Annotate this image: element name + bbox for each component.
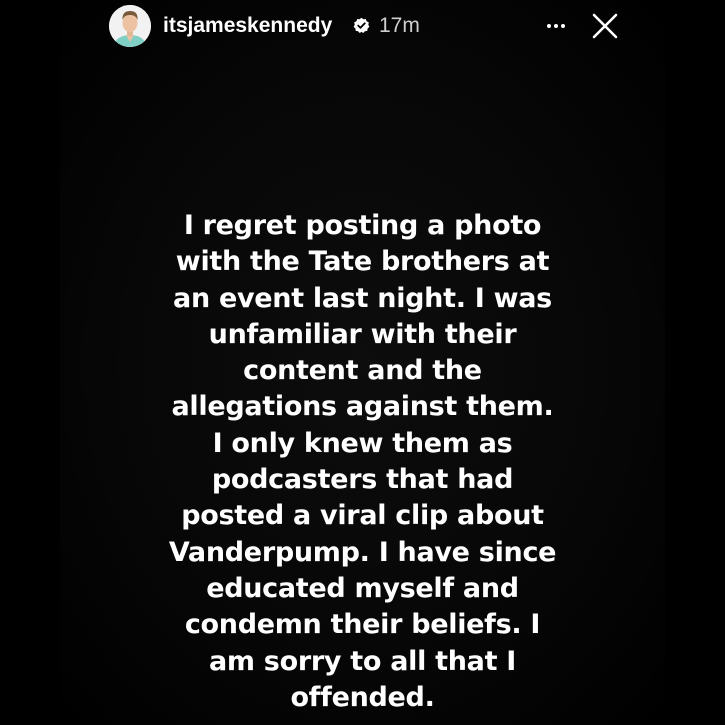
story-line: Vanderpump. I have since [168, 536, 557, 568]
story-header: itsjameskennedy 17m [0, 0, 725, 52]
story-line: with the Tate brothers at [175, 246, 550, 278]
story-line: podcasters that had [211, 464, 514, 496]
more-options-icon[interactable] [543, 14, 569, 38]
story-line: I regret posting a photo [183, 210, 542, 241]
story-line: posted a viral clip about [181, 500, 544, 532]
username[interactable]: itsjameskennedy [163, 12, 332, 40]
story-line: condemn their beliefs. I [184, 609, 541, 641]
close-icon[interactable] [590, 11, 620, 41]
avatar[interactable] [109, 5, 151, 47]
story-line: am sorry to all that I [208, 645, 517, 677]
story-line: an event last night. I was [173, 282, 552, 314]
story-line: I only knew them as [212, 427, 513, 459]
story-line: educated myself and [206, 572, 519, 604]
verified-badge-icon [353, 17, 370, 34]
story-line: content and the [243, 355, 482, 387]
story-line: offended. [290, 681, 435, 713]
story-line: allegations against them. [171, 391, 554, 423]
story-text: I regret posting a photo with the Tate b… [150, 208, 575, 716]
story-line: unfamiliar with their [208, 318, 517, 350]
post-time: 17m [379, 14, 420, 37]
story-viewer: itsjameskennedy 17m I regret posting a p… [0, 0, 725, 725]
